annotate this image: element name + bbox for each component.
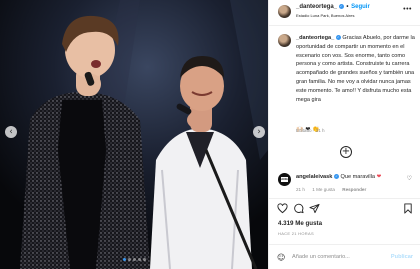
next-photo-button[interactable]: › <box>253 126 265 138</box>
like-heart-icon[interactable] <box>277 203 288 214</box>
like-comment-heart-icon[interactable]: ♡ <box>407 175 412 182</box>
post-time-ago: HACE 21 HORAS <box>278 231 314 236</box>
post-actions-bar <box>269 198 420 220</box>
carousel-dots <box>0 258 268 261</box>
post-location[interactable]: Estadio Luna Park, Buenos Aires <box>296 13 354 18</box>
commenter-avatar[interactable]: ANG <box>278 173 291 186</box>
concert-photo-illustration <box>0 0 268 269</box>
commenter-username[interactable]: angelaleivask <box>296 174 332 180</box>
author-line: _danteortega_ ✓ • Seguir <box>296 4 370 10</box>
comment-bubble-icon[interactable] <box>293 203 304 214</box>
previous-photo-button[interactable]: ‹ <box>5 126 17 138</box>
caption-username[interactable]: _danteortega_ <box>296 35 334 41</box>
comment-text: Que maravilla <box>340 174 376 180</box>
more-options-icon[interactable]: ••• <box>403 6 412 13</box>
commenter-avatar-label: ANG <box>281 177 288 182</box>
carousel-dot <box>142 258 146 261</box>
share-paper-plane-icon[interactable] <box>309 203 320 214</box>
comment-text-line: angelaleivask ✓ Que maravilla ❤ <box>296 174 381 180</box>
author-username[interactable]: _danteortega_ <box>296 4 337 10</box>
caption-author-avatar[interactable] <box>278 34 291 47</box>
author-avatar[interactable] <box>278 5 291 18</box>
post-side-panel: _danteortega_ ✓ • Seguir Estadio Luna Pa… <box>268 0 420 269</box>
publish-comment-button[interactable]: Publicar <box>391 254 413 260</box>
carousel-dot <box>137 258 141 261</box>
comment-item: ANG angelaleivask ✓ Que maravilla ❤ ♡ 21… <box>269 171 420 199</box>
caption-text: Gracias Abuelo, por darme la oportunidad… <box>296 35 415 103</box>
add-comment-bar: ☺ Publicar <box>269 244 420 269</box>
follow-button[interactable]: Seguir <box>351 4 370 10</box>
likes-count[interactable]: 4.319 Me gusta <box>278 220 322 227</box>
post-photo[interactable]: ‹ › <box>0 0 268 269</box>
verified-badge-icon: ✓ <box>338 4 344 9</box>
carousel-dot <box>122 258 126 261</box>
save-bookmark-icon[interactable] <box>403 203 413 214</box>
separator: • <box>346 4 349 11</box>
add-comment-input[interactable] <box>292 252 387 262</box>
carousel-dot <box>127 258 131 261</box>
load-more-comments-icon[interactable]: + <box>340 146 352 158</box>
comment-heart-emoji: ❤ <box>376 174 382 180</box>
comment-likes[interactable]: 1 Me gusta <box>312 187 335 192</box>
post-header: _danteortega_ ✓ • Seguir Estadio Luna Pa… <box>269 0 420 26</box>
caption-verified-badge-icon: ✓ <box>335 35 341 41</box>
reply-button[interactable]: Responder <box>342 187 366 192</box>
post-caption: _danteortega_ ✓ Gracias Abuelo, por darm… <box>269 26 420 138</box>
carousel-dot <box>132 258 136 261</box>
commenter-verified-badge-icon: ✓ <box>333 174 339 180</box>
caption-text-block: _danteortega_ ✓ Gracias Abuelo, por darm… <box>296 34 416 104</box>
comment-meta: 21 h 1 Me gusta Responder <box>296 187 372 192</box>
comment-time: 21 h <box>296 187 305 192</box>
caption-edited-time: Editado · 21 h <box>296 128 325 133</box>
emoji-picker-icon[interactable]: ☺ <box>277 253 285 262</box>
